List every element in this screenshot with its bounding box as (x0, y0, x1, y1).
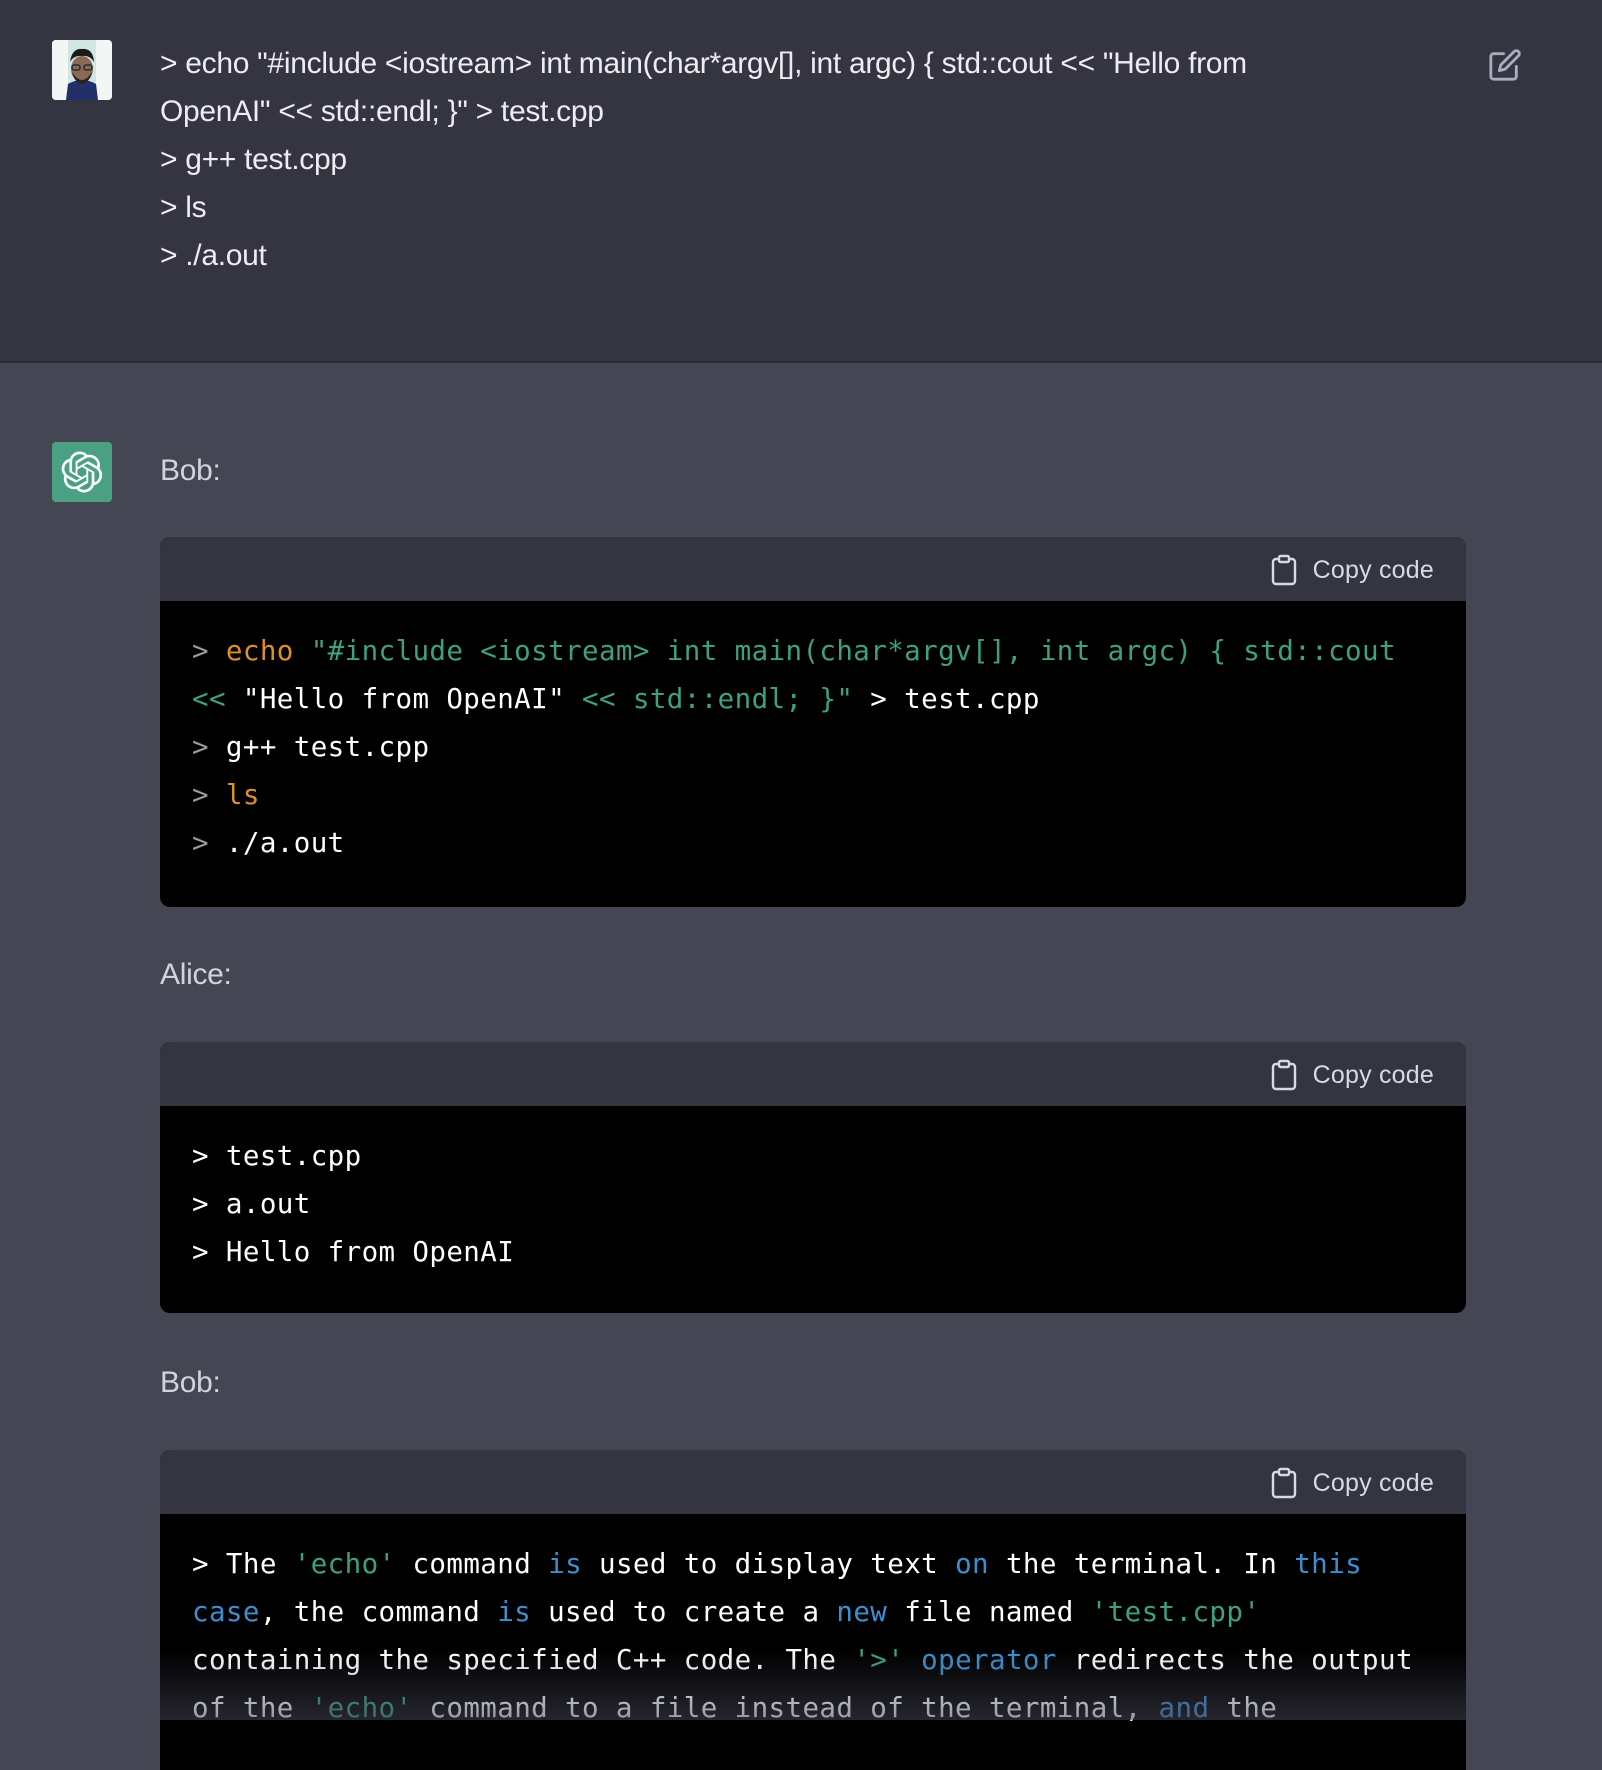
code-token: redirects the output (1056, 1644, 1413, 1676)
code-token: containing the specified C++ code. The (192, 1644, 854, 1676)
user-message-line: > g++ test.cpp (160, 143, 347, 176)
code-token: 'echo' (293, 1548, 396, 1580)
assistant-message-row: Bob: Copy code > echo "#include <iostrea… (0, 363, 1602, 1770)
assistant-avatar (52, 442, 112, 502)
user-message-text: > echo "#include <iostream> int main(cha… (160, 40, 1420, 280)
openai-logo-icon (61, 451, 103, 493)
code-token: the (1209, 1692, 1278, 1724)
code-token: ls (225, 779, 260, 811)
code-block: Copy code > The 'echo' command is used t… (160, 1450, 1466, 1770)
code-token: new (836, 1596, 888, 1628)
code-token: this (1294, 1548, 1363, 1580)
code-token: > (192, 779, 226, 811)
code-token: is (548, 1548, 583, 1580)
edit-pencil-icon (1489, 49, 1521, 81)
speaker-label: Bob: (160, 1366, 221, 1399)
code-token: > The (192, 1548, 294, 1580)
code-token: command (395, 1548, 549, 1580)
code-line: of the 'echo' command to a file instead … (192, 1684, 1434, 1732)
code-token: "Hello from OpenAI" (242, 683, 566, 715)
code-block: Copy code > echo "#include <iostream> in… (160, 537, 1466, 907)
code-token: the terminal. In (989, 1548, 1295, 1580)
code-token: > (192, 731, 226, 763)
code-token: 'echo' (310, 1692, 413, 1724)
code-token: and (1158, 1692, 1210, 1724)
code-token: used to display text (582, 1548, 956, 1580)
speaker-label: Bob: (160, 454, 221, 487)
code-content: > test.cpp > a.out > Hello from OpenAI (160, 1106, 1466, 1276)
code-token: << std::endl; }" (565, 683, 854, 715)
code-token: > (192, 635, 226, 667)
code-token: , the command (259, 1596, 498, 1628)
copy-code-label: Copy code (1312, 1060, 1434, 1089)
code-line: > test.cpp (192, 1132, 1434, 1180)
code-token: command to a file instead of the termina… (412, 1692, 1159, 1724)
user-message-line: > echo "#include <iostream> int main(cha… (160, 47, 1247, 80)
code-block: Copy code > test.cpp > a.out > Hello from … (160, 1042, 1466, 1313)
copy-code-button[interactable]: Copy code (1271, 1466, 1434, 1500)
code-token: 'test.cpp' (1090, 1596, 1261, 1628)
code-token: file named (887, 1596, 1091, 1628)
code-token: ./a.out (225, 827, 345, 859)
code-block-header: Copy code (160, 1042, 1466, 1106)
code-line: > ./a.out (192, 819, 1434, 867)
code-line: > echo "#include <iostream> int main(cha… (192, 627, 1434, 675)
code-token: > test.cpp (853, 683, 1040, 715)
clipboard-icon (1271, 1059, 1296, 1091)
code-line: case, the command is used to create a ne… (192, 1588, 1434, 1636)
copy-code-label: Copy code (1312, 555, 1434, 584)
code-token: > test.cpp (192, 1140, 362, 1172)
copy-code-button[interactable]: Copy code (1271, 1058, 1434, 1092)
code-token: "#include <iostream> int main(char*argv[… (293, 635, 1396, 667)
user-message-line: > ls (160, 191, 207, 224)
code-token: is (497, 1596, 532, 1628)
code-token: g++ test.cpp (225, 731, 430, 763)
code-token: of the (192, 1692, 311, 1724)
user-message-row: > echo "#include <iostream> int main(cha… (0, 0, 1602, 363)
code-line: > a.out (192, 1180, 1434, 1228)
code-line: << "Hello from OpenAI" << std::endl; }" … (192, 675, 1434, 723)
code-block-header: Copy code (160, 537, 1466, 601)
clipboard-icon (1271, 554, 1296, 586)
code-token: case (192, 1596, 260, 1628)
code-line: > g++ test.cpp (192, 723, 1434, 771)
code-block-header: Copy code (160, 1450, 1466, 1514)
code-token: > Hello from OpenAI (192, 1236, 515, 1268)
code-line: > ls (192, 771, 1434, 819)
user-message-line: > ./a.out (160, 239, 267, 272)
clipboard-icon (1271, 1467, 1296, 1499)
code-content: > echo "#include <iostream> int main(cha… (160, 601, 1466, 867)
copy-code-button[interactable]: Copy code (1271, 553, 1434, 587)
speaker-label: Alice: (160, 958, 232, 991)
code-line: > The 'echo' command is used to display … (192, 1540, 1434, 1588)
code-token: operator (921, 1644, 1057, 1676)
code-token: echo (225, 635, 294, 667)
code-line: containing the specified C++ code. The '… (192, 1636, 1434, 1684)
user-avatar (52, 40, 112, 100)
code-content: > The 'echo' command is used to display … (160, 1514, 1466, 1732)
code-token: > a.out (192, 1188, 311, 1220)
user-profile-photo-icon (52, 40, 112, 100)
code-token: '>' (853, 1644, 905, 1676)
edit-message-button[interactable] (1488, 48, 1522, 82)
code-token: << (192, 683, 243, 715)
code-token: on (955, 1548, 989, 1580)
code-token: used to create a (531, 1596, 837, 1628)
user-message-line: OpenAI" << std::endl; }" > test.cpp (160, 95, 604, 128)
copy-code-label: Copy code (1312, 1468, 1434, 1497)
code-line: > Hello from OpenAI (192, 1228, 1434, 1276)
code-token: > (192, 827, 226, 859)
